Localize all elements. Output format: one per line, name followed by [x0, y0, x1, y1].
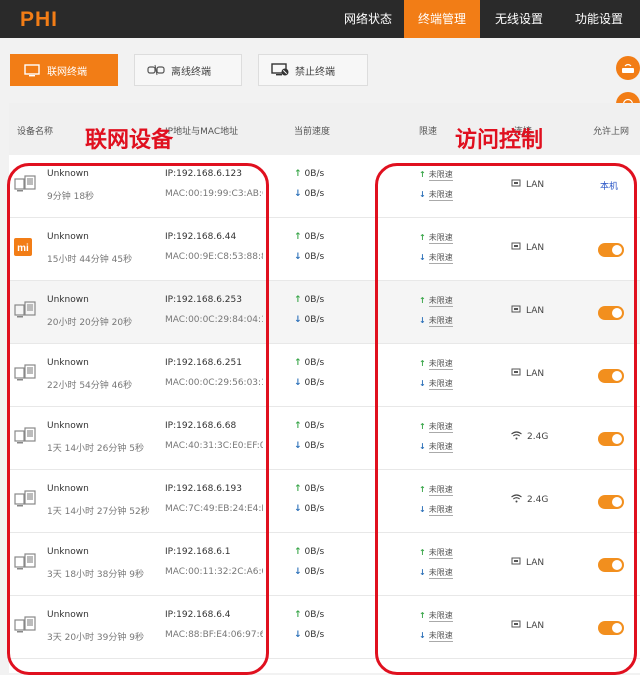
download-speed: ↓ 0B/s — [294, 189, 324, 199]
download-speed-value: 0B/s — [304, 252, 325, 262]
arrow-down-icon: ↓ — [294, 567, 302, 577]
upload-speed-value: 0B/s — [304, 484, 325, 494]
col-speed-limit: 限速 — [419, 127, 438, 137]
arrow-up-icon: ↑ — [294, 484, 302, 494]
arrow-down-icon: ↓ — [294, 189, 302, 199]
download-speed: ↓ 0B/s — [294, 252, 324, 262]
arrow-down-icon: ↓ — [294, 252, 302, 262]
arrow-up-icon: ↑ — [294, 232, 302, 242]
side-router-button[interactable] — [616, 56, 640, 80]
arrow-up-icon: ↑ — [294, 295, 302, 305]
monitor-icon — [23, 63, 41, 77]
upload-speed-value: 0B/s — [304, 169, 325, 179]
nav-function-settings[interactable]: 功能设置 — [558, 0, 640, 38]
download-speed-value: 0B/s — [304, 315, 325, 325]
col-ip-mac: IP地址与MAC地址 — [165, 127, 239, 137]
tab-label: 联网终端 — [47, 66, 87, 78]
tab-label: 离线终端 — [171, 66, 211, 78]
arrow-up-icon: ↑ — [294, 610, 302, 620]
download-speed: ↓ 0B/s — [294, 315, 324, 325]
download-speed-value: 0B/s — [304, 378, 325, 388]
arrow-down-icon: ↓ — [294, 441, 302, 451]
arrow-up-icon: ↑ — [294, 358, 302, 368]
annotation-label-devices: 联网设备 — [85, 128, 174, 153]
upload-speed-value: 0B/s — [304, 358, 325, 368]
download-speed-value: 0B/s — [304, 630, 325, 640]
upload-speed: ↑ 0B/s — [294, 358, 324, 368]
annotation-box-access-control — [375, 163, 637, 675]
arrow-up-icon: ↑ — [294, 169, 302, 179]
download-speed-value: 0B/s — [304, 441, 325, 451]
upload-speed-value: 0B/s — [304, 232, 325, 242]
arrow-up-icon: ↑ — [294, 421, 302, 431]
download-speed-value: 0B/s — [304, 189, 325, 199]
upload-speed: ↑ 0B/s — [294, 421, 324, 431]
nav-wireless-settings[interactable]: 无线设置 — [480, 0, 558, 38]
arrow-down-icon: ↓ — [294, 315, 302, 325]
phi-logo: PHI — [20, 8, 59, 31]
col-device-name: 设备名称 — [17, 127, 54, 137]
arrow-down-icon: ↓ — [294, 630, 302, 640]
upload-speed: ↑ 0B/s — [294, 295, 324, 305]
upload-speed: ↑ 0B/s — [294, 232, 324, 242]
col-current-speed: 当前速度 — [294, 127, 331, 137]
tab-label: 禁止终端 — [295, 66, 335, 78]
col-allow-internet: 允许上网 — [593, 127, 630, 137]
main-nav: 网络状态 终端管理 无线设置 功能设置 — [332, 0, 640, 38]
offline-link-icon — [147, 63, 165, 77]
arrow-up-icon: ↑ — [294, 547, 302, 557]
tab-blocked-terminals[interactable]: 禁止终端 — [258, 54, 368, 86]
download-speed: ↓ 0B/s — [294, 504, 324, 514]
upload-speed: ↑ 0B/s — [294, 547, 324, 557]
upload-speed-value: 0B/s — [304, 421, 325, 431]
download-speed: ↓ 0B/s — [294, 441, 324, 451]
upload-speed-value: 0B/s — [304, 295, 325, 305]
upload-speed-value: 0B/s — [304, 610, 325, 620]
annotation-label-access-control: 访问控制 — [455, 128, 544, 153]
blocked-monitor-icon — [271, 63, 289, 77]
download-speed-value: 0B/s — [304, 504, 325, 514]
tab-offline-terminals[interactable]: 离线终端 — [134, 54, 242, 86]
upload-speed-value: 0B/s — [304, 547, 325, 557]
upload-speed: ↑ 0B/s — [294, 484, 324, 494]
top-navigation-bar: PHI 网络状态 终端管理 无线设置 功能设置 — [0, 0, 640, 38]
download-speed: ↓ 0B/s — [294, 630, 324, 640]
arrow-down-icon: ↓ — [294, 378, 302, 388]
nav-terminal-management[interactable]: 终端管理 — [404, 0, 480, 38]
router-icon — [621, 59, 635, 78]
tab-online-terminals[interactable]: 联网终端 — [10, 54, 118, 86]
download-speed: ↓ 0B/s — [294, 567, 324, 577]
arrow-down-icon: ↓ — [294, 504, 302, 514]
nav-network-status[interactable]: 网络状态 — [332, 0, 404, 38]
upload-speed: ↑ 0B/s — [294, 610, 324, 620]
download-speed-value: 0B/s — [304, 567, 325, 577]
terminal-tabs: 联网终端 离线终端 禁止终端 — [10, 54, 368, 86]
annotation-box-devices — [7, 163, 269, 675]
download-speed: ↓ 0B/s — [294, 378, 324, 388]
upload-speed: ↑ 0B/s — [294, 169, 324, 179]
